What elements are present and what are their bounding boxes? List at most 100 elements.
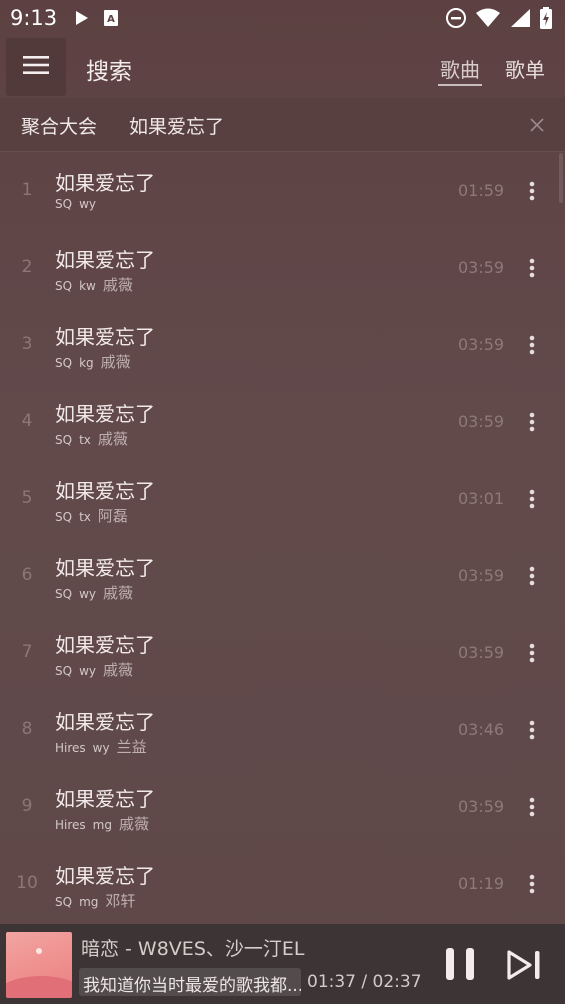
song-artist: 戚薇 xyxy=(118,815,149,833)
search-input[interactable]: 如果爱忘了 xyxy=(129,112,224,139)
quality-badge: SQ xyxy=(55,587,73,601)
song-meta: Hires mg 戚薇 xyxy=(55,813,149,834)
song-row[interactable]: 4 如果爱忘了 SQ tx 戚薇 03:59 xyxy=(0,384,565,461)
song-row[interactable]: 10 如果爱忘了 SQ mg 邓轩 01:19 xyxy=(0,846,565,923)
song-duration: 03:59 xyxy=(458,643,505,662)
song-row[interactable]: 5 如果爱忘了 SQ tx 阿磊 03:01 xyxy=(0,461,565,538)
song-duration: 03:59 xyxy=(458,258,505,277)
song-artist: 戚薇 xyxy=(102,276,133,294)
play-icon xyxy=(75,10,89,26)
song-meta: SQ tx 阿磊 xyxy=(55,505,128,526)
song-title: 如果爱忘了 xyxy=(55,556,155,580)
song-title: 如果爱忘了 xyxy=(55,402,155,426)
song-row[interactable]: 9 如果爱忘了 Hires mg 戚薇 03:59 xyxy=(0,769,565,846)
source-tag: wy xyxy=(79,587,96,601)
page-title: 搜索 xyxy=(86,59,132,85)
song-index: 1 xyxy=(21,180,33,200)
more-options-button[interactable] xyxy=(522,408,542,436)
song-title: 如果爱忘了 xyxy=(55,325,155,349)
more-options-button[interactable] xyxy=(522,331,542,359)
song-index: 9 xyxy=(21,796,33,816)
song-meta: SQ mg 邓轩 xyxy=(55,890,135,911)
song-title: 如果爱忘了 xyxy=(55,710,155,734)
more-vertical-icon xyxy=(529,566,535,586)
more-vertical-icon xyxy=(529,874,535,894)
sim-card-a-icon: A xyxy=(103,9,119,27)
song-index: 6 xyxy=(21,565,33,585)
more-options-button[interactable] xyxy=(522,177,542,205)
song-title: 如果爱忘了 xyxy=(55,248,155,272)
song-meta: SQ tx 戚薇 xyxy=(55,428,128,449)
pause-icon xyxy=(446,948,474,980)
source-tag: wy xyxy=(79,664,96,678)
song-duration: 03:59 xyxy=(458,566,505,585)
song-artist: 阿磊 xyxy=(97,507,128,525)
quality-badge: SQ xyxy=(55,279,73,293)
song-row[interactable]: 3 如果爱忘了 SQ kg 戚薇 03:59 xyxy=(0,307,565,384)
song-meta: SQ wy 戚薇 xyxy=(55,659,133,680)
status-time: 9:13 xyxy=(10,6,58,30)
song-row[interactable]: 6 如果爱忘了 SQ wy 戚薇 03:59 xyxy=(0,538,565,615)
song-artist: 戚薇 xyxy=(97,430,128,448)
source-tag: mg xyxy=(79,895,99,909)
more-options-button[interactable] xyxy=(522,562,542,590)
tab-playlists[interactable]: 歌单 xyxy=(505,54,545,83)
song-meta: Hires wy 兰益 xyxy=(55,736,147,757)
more-options-button[interactable] xyxy=(522,793,542,821)
song-duration: 03:59 xyxy=(458,335,505,354)
song-row[interactable]: 7 如果爱忘了 SQ wy 戚薇 03:59 xyxy=(0,615,565,692)
quality-badge: Hires xyxy=(55,741,86,755)
song-artist: 戚薇 xyxy=(100,353,131,371)
scrollbar-thumb[interactable] xyxy=(559,153,563,203)
more-vertical-icon xyxy=(529,181,535,201)
quality-badge: SQ xyxy=(55,895,73,909)
more-options-button[interactable] xyxy=(522,716,542,744)
source-tag: kw xyxy=(79,279,96,293)
song-meta: SQ kg 戚薇 xyxy=(55,351,131,372)
song-index: 2 xyxy=(21,257,33,277)
song-title: 如果爱忘了 xyxy=(55,479,155,503)
skip-next-icon xyxy=(507,950,540,980)
more-options-button[interactable] xyxy=(522,639,542,667)
app-screen: 9:13 A 搜索 歌曲 歌单 聚合大会 如果爱忘了 1 如果爱忘了 SQ wy… xyxy=(0,0,565,1004)
album-cover[interactable] xyxy=(6,932,72,998)
song-artist: 戚薇 xyxy=(102,661,133,679)
song-title: 如果爱忘了 xyxy=(55,864,155,888)
more-options-button[interactable] xyxy=(522,254,542,282)
song-meta: SQ wy 戚薇 xyxy=(55,582,133,603)
svg-text:A: A xyxy=(107,14,115,25)
more-vertical-icon xyxy=(529,258,535,278)
song-title: 如果爱忘了 xyxy=(55,171,155,195)
more-options-button[interactable] xyxy=(522,870,542,898)
pause-button[interactable] xyxy=(442,946,478,982)
app-header: 搜索 歌曲 歌单 xyxy=(0,36,565,98)
source-tag: wy xyxy=(92,741,110,755)
song-artist: 戚薇 xyxy=(102,584,133,602)
search-source-selector[interactable]: 聚合大会 xyxy=(21,112,97,139)
cover-hill-decoration xyxy=(6,976,72,998)
quality-badge: SQ xyxy=(55,664,73,678)
source-tag: tx xyxy=(79,433,91,447)
next-track-button[interactable] xyxy=(506,948,546,982)
song-duration: 03:46 xyxy=(458,720,505,739)
menu-button[interactable] xyxy=(6,38,66,96)
song-index: 10 xyxy=(16,873,38,893)
quality-badge: SQ xyxy=(55,356,73,370)
song-index: 4 xyxy=(21,411,33,431)
tab-songs[interactable]: 歌曲 xyxy=(440,54,480,83)
more-options-button[interactable] xyxy=(522,485,542,513)
source-tag: wy xyxy=(79,197,96,211)
song-row[interactable]: 1 如果爱忘了 SQ wy 01:59 xyxy=(0,153,565,230)
song-row[interactable]: 8 如果爱忘了 Hires wy 兰益 03:46 xyxy=(0,692,565,769)
song-artist: 兰益 xyxy=(116,738,147,756)
clear-search-button[interactable] xyxy=(528,116,546,134)
quality-badge: SQ xyxy=(55,197,73,211)
song-index: 7 xyxy=(21,642,33,662)
mini-player[interactable]: 暗恋 - W8VES、沙一汀EL 我知道你当时最爱的歌我都... 01:37 /… xyxy=(0,924,565,1004)
song-duration: 03:01 xyxy=(458,489,505,508)
hamburger-menu-icon xyxy=(23,55,49,79)
more-vertical-icon xyxy=(529,797,535,817)
song-duration: 01:19 xyxy=(458,874,505,893)
more-vertical-icon xyxy=(529,489,535,509)
song-row[interactable]: 2 如果爱忘了 SQ kw 戚薇 03:59 xyxy=(0,230,565,307)
